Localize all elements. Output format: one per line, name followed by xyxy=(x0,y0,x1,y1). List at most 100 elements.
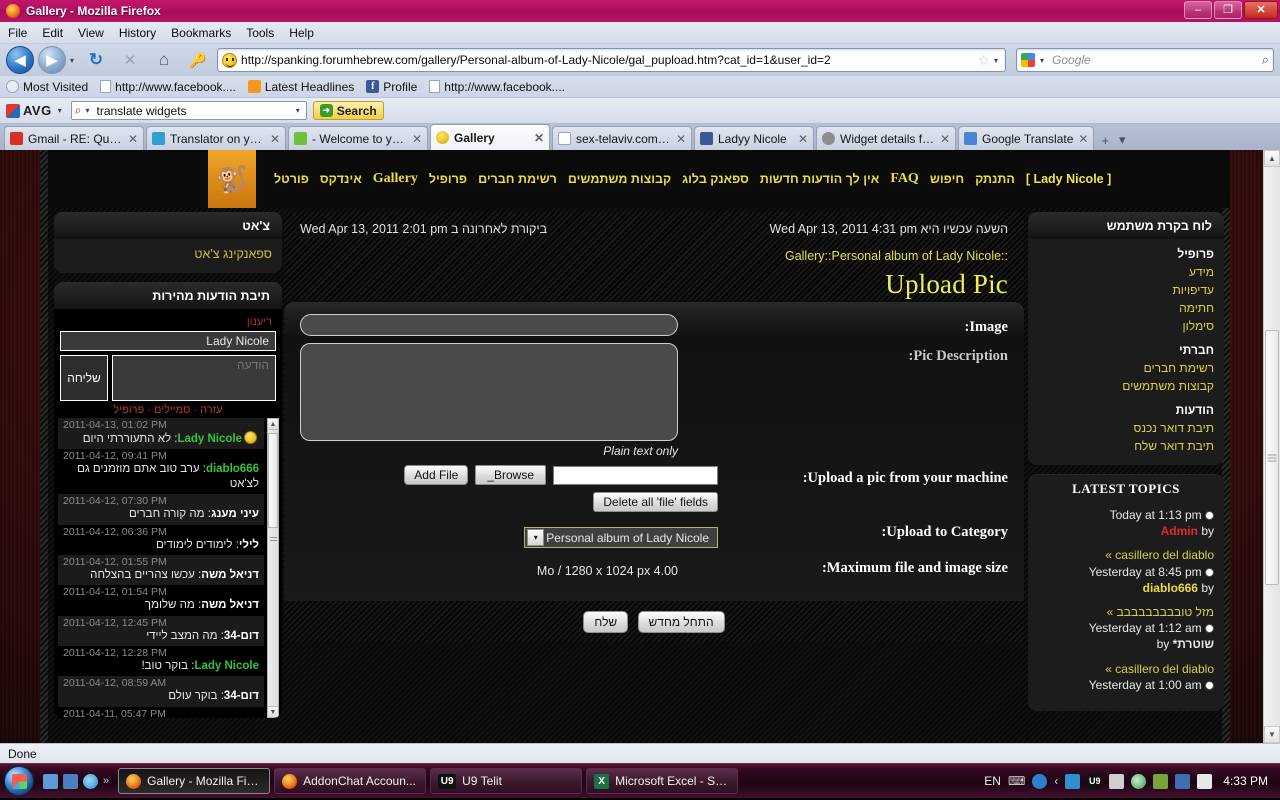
scroll-thumb[interactable] xyxy=(1265,330,1279,585)
nav-item-profile[interactable]: פרופיל xyxy=(429,172,467,186)
menu-help[interactable]: Help xyxy=(289,26,314,40)
close-icon[interactable]: ✕ xyxy=(798,132,808,146)
avg-provider-dropdown-icon[interactable]: ▾ xyxy=(85,106,89,115)
tab-gmail[interactable]: Gmail - RE: Quest... ✕ xyxy=(4,126,144,150)
volume-icon[interactable] xyxy=(1197,773,1213,789)
search-engine-dropdown-icon[interactable]: ▾ xyxy=(1040,56,1044,65)
nav-item-index[interactable]: אינדקס xyxy=(320,172,362,186)
keyboard-icon[interactable]: ⌨ xyxy=(1008,774,1025,788)
ucp-item-friends[interactable]: רשימת חברים xyxy=(1038,359,1214,377)
close-icon[interactable]: ✕ xyxy=(270,132,280,146)
nav-item-search[interactable]: חיפוש xyxy=(930,172,964,186)
chevron-down-icon[interactable]: ▾ xyxy=(296,106,300,115)
chat-link[interactable]: ספאנקינג צ'אט xyxy=(194,247,272,261)
internet-explorer-icon[interactable] xyxy=(83,773,98,789)
tab-ladyy-nicole[interactable]: Ladyy Nicole ✕ xyxy=(694,126,814,150)
avg-search-button[interactable]: ➜ Search xyxy=(312,101,384,120)
ucp-item-outbox[interactable]: תיבת דואר שלח xyxy=(1038,437,1214,455)
nav-item-blog[interactable]: ספאנק בלוג xyxy=(682,172,749,186)
bookmark-profile[interactable]: f Profile xyxy=(366,80,417,94)
sync-icon[interactable] xyxy=(1175,773,1191,789)
expand-tray-icon[interactable]: ‹ xyxy=(1054,774,1058,788)
forward-button[interactable]: ▶ xyxy=(38,46,66,74)
close-icon[interactable]: ✕ xyxy=(1078,132,1088,146)
topic-author[interactable]: Admin xyxy=(1161,524,1198,538)
chat-author[interactable]: Lady Nicole xyxy=(194,660,259,672)
menu-edit[interactable]: Edit xyxy=(42,26,63,40)
search-bar[interactable]: ▾ Google ⌕ xyxy=(1016,48,1274,72)
chat-author[interactable]: Lady Nicole xyxy=(177,433,242,445)
nav-history-dropdown-icon[interactable]: ▾ xyxy=(70,56,74,65)
close-icon[interactable]: ✕ xyxy=(676,132,686,146)
chat-author[interactable]: diablo666 xyxy=(206,463,259,475)
ucp-item-usergroups[interactable]: קבוצות משתמשים xyxy=(1038,377,1214,395)
pic-description-input[interactable] xyxy=(300,343,678,441)
tab-google-translate[interactable]: Google Translate ✕ xyxy=(958,126,1095,150)
u9-icon[interactable]: U9 xyxy=(1087,773,1103,789)
show-desktop-icon[interactable] xyxy=(43,773,58,789)
ucp-item-signature[interactable]: חתימה xyxy=(1038,299,1214,317)
chat-name-input[interactable] xyxy=(60,331,276,351)
chat-helper-links[interactable]: עזרה · סמיילים · פרופיל xyxy=(60,401,276,418)
file-path-input[interactable] xyxy=(553,465,718,485)
ucp-item-information[interactable]: מידע xyxy=(1038,263,1214,281)
close-icon[interactable]: ✕ xyxy=(534,131,544,145)
chat-author[interactable]: עיני מענג xyxy=(211,508,259,520)
nav-item-gallery[interactable]: Gallery xyxy=(373,171,418,187)
reset-button[interactable]: התחל מחדש xyxy=(637,611,725,633)
taskbar-item-excel[interactable]: X Microsoft Excel - Sc... xyxy=(586,768,739,794)
scroll-down-icon[interactable]: ▼ xyxy=(268,706,278,717)
delete-all-file-fields-button[interactable]: Delete all 'file' fields xyxy=(593,492,718,512)
category-select[interactable]: Personal album of Lady Nicole ▾ xyxy=(524,527,718,548)
nav-item-no-new-messages[interactable]: אין לך הודעות חדשות xyxy=(760,172,879,186)
chat-send-button[interactable]: שליחה xyxy=(60,355,108,401)
minimize-button[interactable]: – xyxy=(1184,1,1212,19)
scroll-up-icon[interactable]: ▲ xyxy=(1264,150,1280,167)
switch-windows-icon[interactable] xyxy=(63,773,78,789)
chat-author[interactable]: דום-34 xyxy=(224,630,259,642)
topic-title[interactable]: casillero del diablo » xyxy=(1038,547,1214,563)
help-icon[interactable] xyxy=(1032,773,1048,789)
topic-author[interactable]: שוטרת* xyxy=(1173,637,1214,651)
chat-message-input[interactable] xyxy=(112,355,276,401)
chat-author[interactable]: דניאל משה xyxy=(201,599,259,611)
menu-history[interactable]: History xyxy=(119,26,156,40)
language-indicator[interactable]: EN xyxy=(984,774,1001,788)
taskbar-item-addonchat[interactable]: AddonChat Accoun... xyxy=(274,768,427,794)
home-button[interactable]: ⌂ xyxy=(149,46,179,74)
tab-list-dropdown-icon[interactable]: ▾ xyxy=(1114,132,1131,150)
add-file-button[interactable]: Add File xyxy=(404,465,469,485)
breadcrumb[interactable]: Gallery::Personal album of Lady Nicole:: xyxy=(300,236,1008,263)
chat-log[interactable]: 2011-04-13, 01:02 PM Lady Nicole: לא התע… xyxy=(54,418,282,718)
menu-tools[interactable]: Tools xyxy=(246,26,274,40)
page-scrollbar[interactable]: ▲ ▼ xyxy=(1263,150,1280,743)
topic-title[interactable]: casillero del diablo » xyxy=(1038,661,1214,677)
bookmark-star-icon[interactable]: ☆ xyxy=(977,52,990,69)
close-icon[interactable]: ✕ xyxy=(128,132,138,146)
stop-button[interactable]: ✕ xyxy=(115,46,145,74)
chat-author[interactable]: לילי xyxy=(239,539,259,551)
tab-widget-details[interactable]: Widget details fo... ✕ xyxy=(816,126,956,150)
submit-button[interactable]: שלח xyxy=(583,611,629,633)
site-logo[interactable]: 🐒 xyxy=(208,150,256,208)
ucp-item-inbox[interactable]: תיבת דואר נכנס xyxy=(1038,419,1214,437)
nav-item-usergroups[interactable]: קבוצות משתמשים xyxy=(568,172,671,186)
clock[interactable]: 4:33 PM xyxy=(1219,774,1268,788)
network-icon[interactable] xyxy=(1109,773,1125,789)
avg-menu-dropdown-icon[interactable]: ▾ xyxy=(58,106,62,115)
bookmark-facebook-2[interactable]: http://www.facebook.... xyxy=(429,80,565,94)
reload-button[interactable]: ↻ xyxy=(81,46,111,74)
tab-welcome[interactable]: - Welcome to yo... ✕ xyxy=(288,126,428,150)
menu-view[interactable]: View xyxy=(78,26,104,40)
chevron-down-icon[interactable]: ▾ xyxy=(527,529,545,546)
close-icon[interactable]: ✕ xyxy=(940,132,950,146)
nav-item-logout[interactable]: התנתק xyxy=(975,172,1015,186)
tab-sex-telaviv[interactable]: sex-telaviv.com -... ✕ xyxy=(552,126,692,150)
chat-log-scrollbar[interactable]: ▲ ▼ xyxy=(267,418,279,718)
back-button[interactable]: ◀ xyxy=(6,46,34,74)
chat-author[interactable]: דום-34 xyxy=(224,690,259,702)
tab-gallery[interactable]: Gallery ✕ xyxy=(430,124,550,150)
browse-button[interactable]: _Browse xyxy=(475,465,546,485)
scroll-thumb[interactable] xyxy=(268,433,278,528)
bookmark-most-visited[interactable]: Most Visited xyxy=(6,80,88,94)
